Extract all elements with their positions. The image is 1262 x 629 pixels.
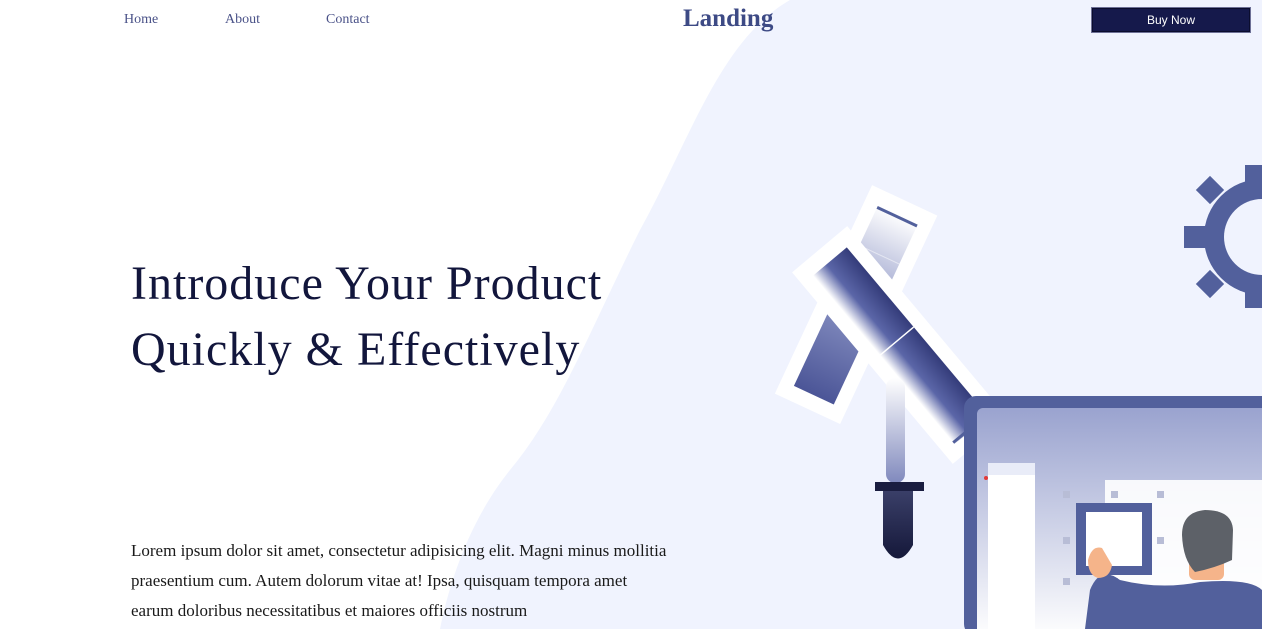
hero-title-line1: Introduce Your Product: [131, 257, 603, 310]
buy-now-button[interactable]: Buy Now: [1091, 7, 1251, 33]
brand-logo[interactable]: Landing: [683, 5, 773, 33]
nav-link-home[interactable]: Home: [124, 12, 158, 28]
gear-icon: [1184, 165, 1262, 308]
hero-description: Lorem ipsum dolor sit amet, consectetur …: [131, 541, 667, 620]
nav-link-about[interactable]: About: [225, 12, 260, 28]
hero-title: Introduce Your Product Quickly & Effecti…: [131, 251, 602, 383]
hero-title-line2: Quickly & Effectively: [131, 323, 581, 376]
nav-link-contact[interactable]: Contact: [326, 12, 370, 28]
